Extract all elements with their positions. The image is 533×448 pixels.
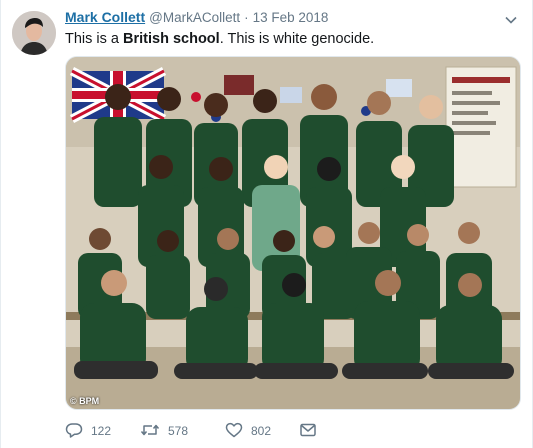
chevron-down-icon[interactable]: [504, 13, 518, 27]
author-name[interactable]: Mark Collett: [65, 9, 145, 25]
direct-message-button[interactable]: [300, 423, 320, 440]
retweet-button[interactable]: 578: [140, 422, 220, 441]
tweet-date[interactable]: 13 Feb 2018: [253, 10, 329, 25]
avatar[interactable]: [12, 11, 56, 55]
tweet-text-bold: British school: [123, 31, 220, 47]
tweet-card: Mark Collett @MarkACollett · 13 Feb 2018…: [0, 0, 533, 448]
author-handle[interactable]: @MarkACollett: [149, 10, 240, 25]
separator-dot: ·: [244, 10, 249, 25]
action-bar: 122 578 802: [65, 420, 320, 442]
like-count: 802: [251, 424, 272, 438]
like-button[interactable]: 802: [225, 422, 300, 441]
tweet-text-part: This is a: [65, 31, 124, 47]
tweet-text: This is a British school. This is white …: [65, 30, 374, 48]
retweet-count: 578: [168, 424, 189, 438]
reply-button[interactable]: 122: [65, 422, 133, 441]
envelope-icon: [300, 423, 324, 440]
reply-icon: [65, 422, 91, 441]
retweet-icon: [140, 422, 168, 441]
tweet-photo[interactable]: © BPM: [65, 56, 521, 410]
reply-count: 122: [91, 424, 112, 438]
heart-icon: [225, 422, 251, 441]
photo-credit: © BPM: [70, 396, 100, 406]
tweet-header: Mark Collett @MarkACollett · 13 Feb 2018: [65, 9, 328, 29]
tweet-text-part: . This is white genocide.: [219, 31, 375, 47]
